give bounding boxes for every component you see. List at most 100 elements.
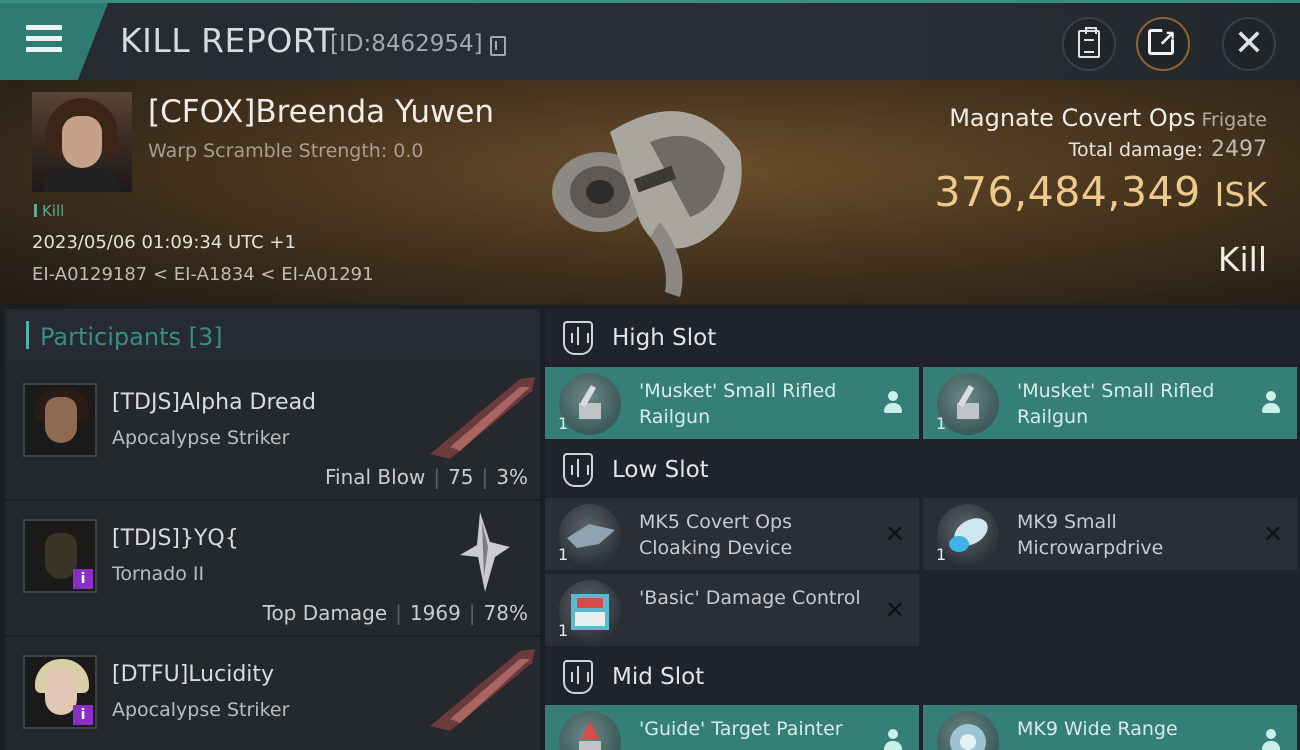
close-icon: ✕ — [1233, 23, 1265, 64]
participants-panel: Participants [3] [TDJS]Alpha Dread Apoca… — [5, 309, 540, 750]
kill-location: EI-A0129187 < EI-A1834 < EI-A01291 — [32, 264, 374, 285]
participant-stats: Top Damage | 1969 | 78% — [262, 601, 528, 625]
person-icon — [1261, 729, 1281, 750]
participant-ship-image — [430, 377, 535, 459]
module-name: MK9 Small Microwarpdrive — [1017, 511, 1164, 559]
isk-unit: ISK — [1214, 175, 1267, 214]
railgun-icon — [559, 373, 621, 435]
fitting-panel: High Slot 1 'Musket' Small Rifled Railgu… — [545, 309, 1300, 750]
menu-button[interactable] — [0, 3, 108, 80]
destroyed-x-icon: ✕ — [1262, 520, 1283, 548]
total-damage-value: 2497 — [1211, 137, 1267, 162]
module-name: 'Musket' Small Rifled Railgun — [1017, 380, 1215, 428]
module-quantity: 1 — [558, 545, 569, 564]
participant-name: [DTFU]Lucidity — [112, 662, 275, 687]
module-quantity: 1 — [936, 414, 947, 433]
module-quantity: 1 — [936, 545, 947, 564]
module-item[interactable]: 1 MK5 Covert Ops Cloaking Device ✕ — [545, 498, 919, 570]
module-quantity: 1 — [558, 621, 569, 640]
module-item[interactable]: 1 'Musket' Small Rifled Railgun — [923, 367, 1297, 439]
participants-label: Participants [3] — [40, 323, 223, 351]
participant-damage: 75 — [448, 465, 474, 489]
report-id: [ID:8462954] — [330, 31, 483, 57]
isk-amount: 376,484,349 — [934, 168, 1201, 216]
participants-header: Participants [3] — [5, 309, 540, 365]
low-slot-header: Low Slot — [545, 441, 1300, 499]
kill-tag: Kill — [34, 202, 64, 220]
participant-ship: Tornado II — [112, 563, 205, 585]
participant-ship-image — [460, 512, 510, 592]
participant-row[interactable]: i [TDJS]}YQ{ Tornado II Top Damage | 1969 |… — [5, 501, 540, 637]
participant-portrait — [23, 383, 97, 457]
module-item[interactable]: 1 MK9 Wide Range — [923, 705, 1297, 750]
participant-portrait: i — [23, 519, 97, 593]
high-slot-header: High Slot — [545, 309, 1300, 367]
victim-ship: Magnate Covert Ops Frigate — [949, 104, 1267, 132]
person-icon — [883, 729, 903, 750]
close-button[interactable]: ✕ — [1222, 17, 1276, 71]
participant-row[interactable]: i [DTFU]Lucidity Apocalypse Striker — [5, 637, 540, 750]
destroyed-x-icon: ✕ — [884, 520, 905, 548]
module-name: 'Musket' Small Rifled Railgun — [639, 380, 837, 428]
module-item[interactable]: 1 MK9 Small Microwarpdrive ✕ — [923, 498, 1297, 570]
total-damage: Total damage: 2497 — [1069, 137, 1267, 162]
person-icon — [1261, 391, 1281, 415]
module-item[interactable]: 1 'Musket' Small Rifled Railgun — [545, 367, 919, 439]
participant-row[interactable]: [TDJS]Alpha Dread Apocalypse Striker Fin… — [5, 365, 540, 501]
participant-name: [TDJS]Alpha Dread — [112, 390, 317, 415]
menu-icon — [26, 25, 62, 58]
victim-name[interactable]: [CFOX]Breenda Yuwen — [148, 94, 494, 130]
omega-badge: i — [73, 705, 93, 725]
person-icon — [883, 391, 903, 415]
victim-portrait[interactable] — [32, 92, 132, 192]
share-icon: ↗ — [1148, 27, 1178, 59]
victim-ship-image — [552, 111, 742, 297]
participant-ship: Apocalypse Striker — [112, 427, 290, 449]
slot-icon — [563, 321, 593, 355]
participant-role: Final Blow — [324, 465, 426, 489]
kill-datetime: 2023/05/06 01:09:34 UTC +1 — [32, 232, 296, 253]
copy-icon[interactable] — [490, 36, 506, 56]
total-damage-label: Total damage: — [1068, 139, 1203, 161]
module-name: MK9 Wide Range — [1017, 718, 1178, 740]
module-name: 'Guide' Target Painter — [639, 718, 843, 740]
participant-name: [TDJS]}YQ{ — [112, 526, 239, 551]
participant-ship: Apocalypse Striker — [112, 699, 290, 721]
target-painter-icon — [559, 711, 621, 750]
page-title: KILL REPORT — [120, 21, 335, 60]
module-item[interactable]: 1 'Guide' Target Painter — [545, 705, 919, 750]
ship-class: Frigate — [1201, 109, 1267, 131]
low-slot-label: Low Slot — [612, 457, 709, 483]
participant-damage: 1969 — [409, 601, 461, 625]
wide-range-icon — [937, 711, 999, 750]
damage-control-icon — [559, 580, 621, 642]
isk-value: 376,484,349 ISK — [934, 168, 1267, 216]
omega-badge: i — [73, 569, 93, 589]
participant-ship-image — [430, 649, 535, 731]
kill-result: Kill — [1217, 240, 1267, 279]
top-bar: KILL REPORT [ID:8462954] ↗ ✕ — [0, 0, 1300, 80]
participant-percent: 78% — [483, 601, 528, 625]
participant-stats: Final Blow | 75 | 3% — [324, 465, 528, 489]
module-name: MK5 Covert Ops Cloaking Device — [639, 511, 793, 559]
ship-name: Magnate Covert Ops — [949, 104, 1196, 132]
mid-slot-header: Mid Slot — [545, 648, 1300, 706]
mid-slot-label: Mid Slot — [612, 664, 705, 690]
participant-role: Top Damage — [262, 601, 388, 625]
victim-banner: [CFOX]Breenda Yuwen Warp Scramble Streng… — [0, 80, 1300, 305]
module-item[interactable]: 1 'Basic' Damage Control ✕ — [545, 574, 919, 646]
module-name: 'Basic' Damage Control — [639, 587, 861, 609]
cloaking-device-icon — [559, 504, 621, 566]
module-quantity: 1 — [558, 414, 569, 433]
destroyed-x-icon: ✕ — [884, 596, 905, 624]
slot-icon — [563, 660, 593, 694]
participant-portrait: i — [23, 655, 97, 729]
railgun-icon — [937, 373, 999, 435]
share-button[interactable]: ↗ — [1136, 17, 1190, 71]
warp-scramble-strength: Warp Scramble Strength: 0.0 — [148, 140, 424, 162]
high-slot-label: High Slot — [612, 325, 717, 351]
clipboard-button[interactable] — [1062, 17, 1116, 71]
clipboard-icon — [1078, 27, 1100, 58]
participant-percent: 3% — [496, 465, 528, 489]
slot-icon — [563, 453, 593, 487]
